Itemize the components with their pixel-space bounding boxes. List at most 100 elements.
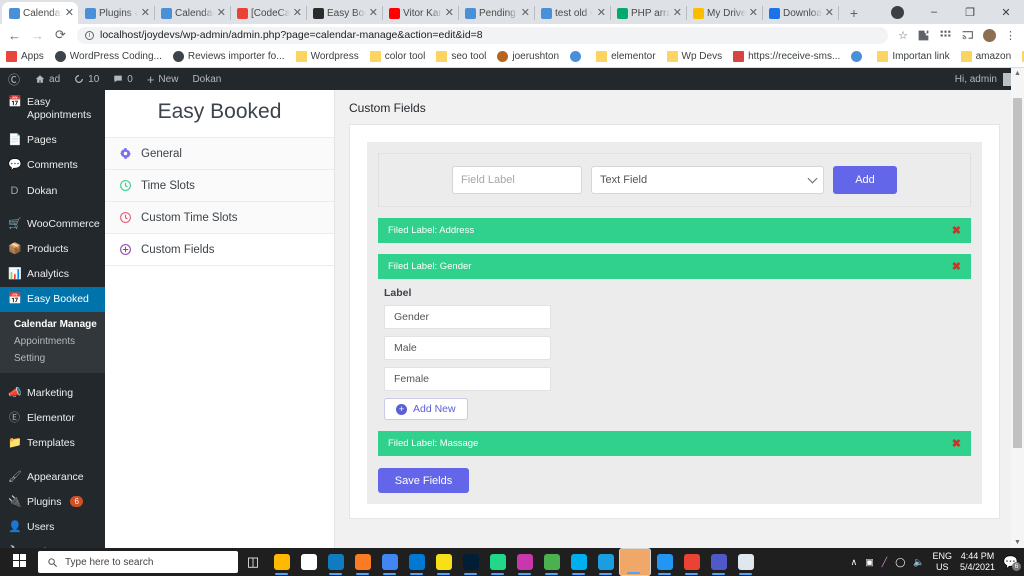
sidebar-item-marketing[interactable]: 📣 Marketing [0,381,105,406]
star-icon[interactable]: ☆ [898,29,908,42]
bookmark-item[interactable]: amazon [960,51,1011,62]
clock[interactable]: 4:44 PM 5/4/2021 [960,551,995,574]
delete-field-icon[interactable]: ✖ [952,437,961,450]
sidebar-item-products[interactable]: 📦 Products [0,237,105,262]
add-new-option-button[interactable]: + Add New [384,398,468,420]
scroll-down-arrow[interactable]: ▼ [1011,539,1024,546]
close-button[interactable]: ✕ [988,6,1024,19]
sidebar-item-easy-booked[interactable]: 📅 Easy Booked [0,287,105,313]
tab-close-button[interactable]: ✕ [597,7,606,19]
taskbar-app[interactable] [732,548,759,576]
scroll-up-arrow[interactable]: ▲ [1011,70,1024,77]
new-tab-button[interactable]: + [843,2,865,24]
bookmark-item[interactable]: elementor [596,51,656,62]
bookmark-item[interactable]: joerushton [497,51,559,62]
minimize-button[interactable]: – [916,6,952,18]
sidebar-item-analytics[interactable]: 📊 Analytics [0,262,105,287]
language-indicator[interactable]: ENG US [932,551,952,574]
delete-field-icon[interactable]: ✖ [952,260,961,273]
tab-close-button[interactable]: ✕ [217,7,226,19]
tab-close-button[interactable]: ✕ [445,7,454,19]
add-field-button[interactable]: Add [833,166,897,194]
field-option-input[interactable] [384,336,551,360]
new-content-menu[interactable]: + New [140,68,186,90]
taskbar-search-box[interactable]: Type here to search [38,551,238,573]
submenu-item-calendar-manage[interactable]: Calendar Manage [0,316,105,333]
bookmark-item[interactable] [851,51,866,62]
menu-icon[interactable]: ⋮ [1005,29,1016,42]
taskbar-app[interactable] [295,548,322,576]
reload-button[interactable]: ⟳ [54,27,67,43]
sidebar-item-woocommerce[interactable]: 🛒 WooCommerce [0,212,105,237]
bookmark-item[interactable]: Wordpress [295,51,359,62]
bookmark-item[interactable] [570,51,585,62]
browser-tab[interactable]: [CodeCan✕ [230,2,307,24]
browser-tab[interactable]: PHP array✕ [610,2,687,24]
tab-close-button[interactable]: ✕ [825,7,834,19]
taskbar-app[interactable] [484,548,511,576]
taskbar-app[interactable] [538,548,565,576]
browser-tab[interactable]: My Drive ✕ [686,2,763,24]
field-option-input[interactable] [384,367,551,391]
bookmark-item[interactable]: https://receive-sms... [733,51,840,62]
field-option-input[interactable] [384,305,551,329]
save-fields-button[interactable]: Save Fields [378,468,469,493]
sidebar-item-dokan[interactable]: D Dokan [0,179,105,204]
sidebar-item-easy-appointments[interactable]: 📅 Easy Appointments [0,90,105,128]
scrollbar-thumb[interactable] [1013,98,1022,448]
updates-menu[interactable]: 10 [67,68,106,90]
taskbar-app[interactable] [349,548,376,576]
taskbar-app[interactable] [376,548,403,576]
field-type-select[interactable]: Text FieldText AreaSelectCheckboxRadio [591,166,824,194]
task-view-button[interactable]: ◫ [238,554,268,570]
sidebar-item-elementor[interactable]: Ⓔ Elementor [0,406,105,431]
sidebar-item-appearance[interactable]: 🖌 Appearance [0,465,105,490]
custom-field-row[interactable]: Filed Label: Address ✖ [378,218,971,243]
taskbar-app[interactable] [511,548,538,576]
tab-close-button[interactable]: ✕ [749,7,758,19]
browser-tab[interactable]: Plugins ‹ ✕ [78,2,155,24]
profile-avatar[interactable] [983,28,996,42]
maximize-button[interactable]: ❐ [952,6,988,19]
address-bar[interactable]: i localhost/joydevs/wp-admin/admin.php?p… [77,26,889,44]
bookmark-item[interactable]: Importan link [877,51,950,62]
taskbar-app[interactable] [651,548,678,576]
browser-tab[interactable]: Pending ✕ [458,2,535,24]
bookmark-item[interactable]: Wp Devs [666,51,722,62]
page-scrollbar[interactable]: ▲ ▼ [1011,68,1024,548]
tab-close-button[interactable]: ✕ [369,7,378,19]
comments-menu[interactable]: 0 [106,68,140,90]
taskbar-app[interactable] [403,548,430,576]
browser-tab[interactable]: Easy Boo ✕ [306,2,383,24]
eb-tab-general[interactable]: General [105,138,334,170]
tray-chevron-icon[interactable]: ∧ [851,557,858,568]
taskbar-app[interactable] [619,548,651,576]
bookmark-item[interactable]: Apps [6,51,44,62]
notification-center-button[interactable]: 💬 6 [1003,555,1021,571]
wordpress-logo-icon[interactable]: Ⓒ [0,71,28,88]
browser-tab[interactable]: Downloa ✕ [762,2,839,24]
custom-field-row[interactable]: Filed Label: Massage ✖ [378,431,971,456]
taskbar-app[interactable] [592,548,619,576]
sidebar-item-comments[interactable]: 💬 Comments [0,153,105,178]
custom-field-row[interactable]: Filed Label: Gender ✖ [378,254,971,279]
tab-close-button[interactable]: ✕ [65,7,74,19]
eb-tab-custom-time-slots[interactable]: Custom Time Slots [105,202,334,234]
submenu-item-appointments[interactable]: Appointments [0,333,105,350]
taskbar-app[interactable] [430,548,457,576]
submenu-item-setting[interactable]: Setting [0,350,105,367]
taskbar-app[interactable] [705,548,732,576]
camera-icon[interactable]: ▣ [865,557,874,568]
taskbar-app[interactable] [457,548,484,576]
forward-button[interactable]: → [31,28,44,43]
browser-tab[interactable]: Calendar ✕ [154,2,231,24]
bookmark-item[interactable]: color tool [369,51,425,62]
browser-tab[interactable]: test old - ✕ [534,2,611,24]
sidebar-item-tools[interactable]: 🔧Tools [0,540,105,548]
volume-icon[interactable]: 🔈 [913,557,924,568]
tab-close-button[interactable]: ✕ [293,7,302,19]
taskbar-app[interactable] [565,548,592,576]
wifi-icon[interactable]: ◯ [895,557,905,568]
extension-icon[interactable] [917,29,930,42]
field-label-input[interactable] [452,166,582,194]
